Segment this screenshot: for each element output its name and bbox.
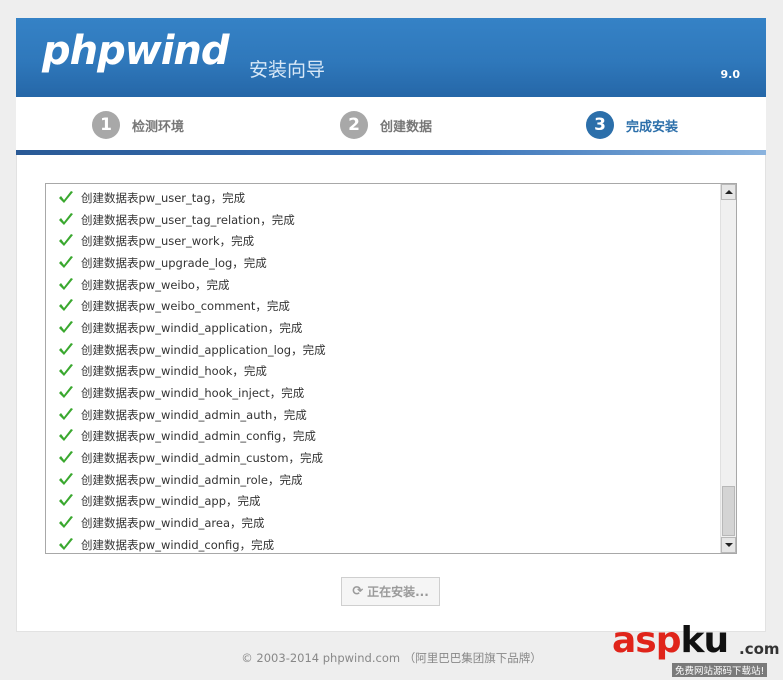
log-item: 创建数据表pw_user_tag_relation，完成 bbox=[46, 209, 326, 231]
log-item: 创建数据表pw_windid_config，完成 bbox=[46, 534, 326, 553]
checkmark-icon bbox=[59, 429, 73, 442]
arrow-down-icon bbox=[725, 543, 733, 547]
step-complete-install: 3 完成安装 bbox=[586, 111, 678, 139]
log-item: 创建数据表pw_upgrade_log，完成 bbox=[46, 252, 326, 274]
log-item: 创建数据表pw_windid_admin_auth，完成 bbox=[46, 404, 326, 426]
installing-button[interactable]: ⟳ 正在安装... bbox=[341, 577, 440, 606]
log-item-text: 创建数据表pw_windid_app，完成 bbox=[81, 494, 261, 509]
log-scrollbar[interactable] bbox=[720, 184, 736, 553]
log-item: 创建数据表pw_user_tag，完成 bbox=[46, 187, 326, 209]
checkmark-icon bbox=[59, 364, 73, 377]
phpwind-logo: phpwind bbox=[42, 28, 230, 74]
log-item-text: 创建数据表pw_windid_config，完成 bbox=[81, 537, 275, 552]
log-item-text: 创建数据表pw_weibo，完成 bbox=[81, 277, 230, 292]
install-log-box[interactable]: 创建数据表pw_user_tag，完成创建数据表pw_user_tag_rela… bbox=[45, 183, 737, 554]
step-indicator: 1 检测环境 2 创建数据 3 完成安装 bbox=[16, 97, 766, 153]
log-item: 创建数据表pw_windid_admin_config，完成 bbox=[46, 426, 326, 448]
log-item: 创建数据表pw_windid_admin_custom，完成 bbox=[46, 447, 326, 469]
log-item-text: 创建数据表pw_windid_area，完成 bbox=[81, 516, 265, 531]
log-item-text: 创建数据表pw_weibo_comment，完成 bbox=[81, 299, 290, 314]
checkmark-icon bbox=[59, 516, 73, 529]
log-item-text: 创建数据表pw_user_tag，完成 bbox=[81, 190, 246, 205]
refresh-icon: ⟳ bbox=[352, 584, 364, 599]
checkmark-icon bbox=[59, 386, 73, 399]
step-number-badge: 3 bbox=[586, 111, 614, 139]
progress-divider bbox=[16, 150, 766, 155]
checkmark-icon bbox=[59, 494, 73, 507]
log-item: 创建数据表pw_windid_hook_inject，完成 bbox=[46, 382, 326, 404]
step-label: 创建数据 bbox=[380, 119, 433, 135]
log-item-text: 创建数据表pw_windid_hook，完成 bbox=[81, 364, 267, 379]
log-item: 创建数据表pw_windid_application，完成 bbox=[46, 317, 326, 339]
scroll-thumb[interactable] bbox=[722, 486, 735, 536]
checkmark-icon bbox=[59, 472, 73, 485]
arrow-up-icon bbox=[725, 190, 733, 194]
log-item-text: 创建数据表pw_user_work，完成 bbox=[81, 234, 255, 249]
installing-button-label: 正在安装... bbox=[367, 585, 429, 599]
log-item-text: 创建数据表pw_windid_admin_custom，完成 bbox=[81, 451, 324, 466]
header-banner: phpwind 安装向导 9.0 bbox=[16, 18, 766, 97]
step-label: 完成安装 bbox=[626, 119, 679, 135]
watermark-domain: .com bbox=[739, 640, 780, 658]
log-item-text: 创建数据表pw_windid_application，完成 bbox=[81, 320, 303, 335]
checkmark-icon bbox=[59, 342, 73, 355]
step-label: 检测环境 bbox=[132, 119, 185, 135]
checkmark-icon bbox=[59, 190, 73, 203]
log-item: 创建数据表pw_windid_app，完成 bbox=[46, 491, 326, 513]
log-item-text: 创建数据表pw_windid_application_log，完成 bbox=[81, 342, 326, 357]
log-item: 创建数据表pw_windid_application_log，完成 bbox=[46, 339, 326, 361]
step-create-data: 2 创建数据 bbox=[340, 111, 432, 139]
log-item: 创建数据表pw_weibo_comment，完成 bbox=[46, 295, 326, 317]
aspku-watermark: aspku .com 免费网站源码下载站! bbox=[612, 620, 780, 678]
log-item-text: 创建数据表pw_upgrade_log，完成 bbox=[81, 255, 267, 270]
log-item: 创建数据表pw_windid_area，完成 bbox=[46, 512, 326, 534]
checkmark-icon bbox=[59, 537, 73, 550]
checkmark-icon bbox=[59, 320, 73, 333]
log-item-text: 创建数据表pw_windid_admin_config，完成 bbox=[81, 429, 316, 444]
log-item-text: 创建数据表pw_windid_hook_inject，完成 bbox=[81, 386, 305, 401]
log-item-text: 创建数据表pw_user_tag_relation，完成 bbox=[81, 212, 295, 227]
log-item: 创建数据表pw_windid_admin_role，完成 bbox=[46, 469, 326, 491]
scroll-down-button[interactable] bbox=[721, 537, 736, 553]
log-item: 创建数据表pw_user_work，完成 bbox=[46, 230, 326, 252]
checkmark-icon bbox=[59, 451, 73, 464]
checkmark-icon bbox=[59, 234, 73, 247]
install-log-list: 创建数据表pw_user_tag，完成创建数据表pw_user_tag_rela… bbox=[46, 187, 326, 553]
checkmark-icon bbox=[59, 255, 73, 268]
header-subtitle: 安装向导 bbox=[249, 59, 326, 81]
step-number-badge: 2 bbox=[340, 111, 368, 139]
version-label: 9.0 bbox=[720, 68, 741, 81]
checkmark-icon bbox=[59, 212, 73, 225]
watermark-logo: aspku bbox=[612, 620, 729, 661]
log-item: 创建数据表pw_windid_hook，完成 bbox=[46, 361, 326, 383]
log-item: 创建数据表pw_weibo，完成 bbox=[46, 274, 326, 296]
watermark-tagline: 免费网站源码下载站! bbox=[672, 663, 768, 677]
log-item-text: 创建数据表pw_windid_admin_role，完成 bbox=[81, 472, 303, 487]
checkmark-icon bbox=[59, 277, 73, 290]
log-item-text: 创建数据表pw_windid_admin_auth，完成 bbox=[81, 407, 307, 422]
step-number-badge: 1 bbox=[92, 111, 120, 139]
checkmark-icon bbox=[59, 299, 73, 312]
step-check-environment: 1 检测环境 bbox=[92, 111, 184, 139]
scroll-up-button[interactable] bbox=[721, 184, 736, 200]
checkmark-icon bbox=[59, 407, 73, 420]
